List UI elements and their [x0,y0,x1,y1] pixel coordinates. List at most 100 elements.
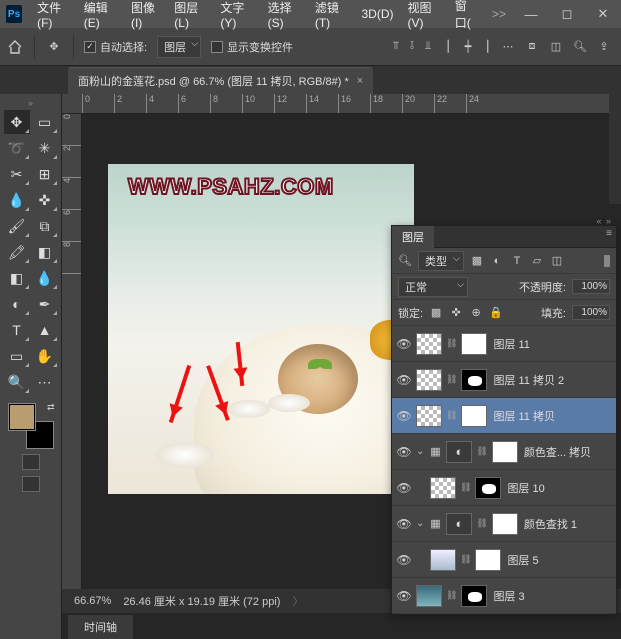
filter-pixel-icon[interactable]: ▩ [470,254,484,268]
auto-select-target[interactable]: 图层 [157,36,201,58]
ruler-vertical[interactable]: 0 2 4 6 8 [62,114,82,589]
quick-mask-icon[interactable] [22,454,40,470]
pen-tool[interactable]: ✒ [32,292,58,316]
move-tool[interactable]: ✥ [4,110,30,134]
filter-smart-icon[interactable]: ◫ [550,254,564,268]
gradient-tool[interactable]: ◧ [4,266,30,290]
align-top-icon[interactable]: ⫪ [389,40,403,54]
timeline-tab[interactable]: 时间轴 [68,615,133,639]
filter-text-icon[interactable]: T [510,254,524,268]
menu-overflow[interactable]: >> [485,0,513,28]
quick-select-tool[interactable]: ✳ [32,136,58,160]
menu-3d[interactable]: 3D(D) [355,0,401,28]
visibility-toggle[interactable]: 👁 [396,589,412,603]
more-options-icon[interactable]: ⋯ [501,40,515,54]
blur-tool[interactable]: 💧 [32,266,58,290]
align-bottom-icon[interactable]: ⫫ [421,40,435,54]
ruler-horizontal[interactable]: 02 46 810 1214 1618 2022 24 [62,94,621,114]
layer-row[interactable]: 👁⛓图层 11 拷贝 [392,398,616,434]
visibility-toggle[interactable]: 👁 [396,409,412,423]
auto-select-checkbox[interactable]: ✓ 自动选择: [84,39,147,55]
filter-type-select[interactable]: 类型 [418,251,464,271]
3d-mode-icon[interactable]: ⧈ [525,40,539,54]
align-vcenter-icon[interactable]: ⫱ [405,40,419,54]
path-select-tool[interactable]: ▲ [32,318,58,342]
doc-info[interactable]: 26.46 厘米 x 19.19 厘米 (72 ppi) [123,593,280,609]
layer-row[interactable]: 👁⌄▦◐⛓颜色查... 拷贝 [392,434,616,470]
screen-mode-icon[interactable] [22,476,40,492]
filter-adjust-icon[interactable]: ◐ [490,254,504,268]
window-minimize-button[interactable]: — [513,0,549,28]
blend-mode-select[interactable]: 正常 [398,277,468,297]
menu-select[interactable]: 选择(S) [261,0,308,28]
layer-row[interactable]: 👁⛓图层 11 [392,326,616,362]
visibility-toggle[interactable]: 👁 [396,373,412,387]
close-tab-icon[interactable]: × [357,75,363,87]
right-dock-strip[interactable] [609,94,621,204]
layers-tab[interactable]: 图层 [392,226,434,248]
layer-row[interactable]: 👁⌄▦◐⛓颜色查找 1 [392,506,616,542]
share-icon[interactable]: ⇪ [597,40,611,54]
history-brush-tool[interactable]: 🖍 [4,240,30,264]
search-icon[interactable]: 🔍︎ [573,40,587,54]
visibility-toggle[interactable]: 👁 [396,481,412,495]
visibility-toggle[interactable]: 👁 [396,445,412,459]
show-transform-controls[interactable]: 显示变换控件 [211,39,293,55]
color-swatches[interactable]: ⇄ [9,404,53,448]
shape-tool[interactable]: ▭ [4,344,30,368]
window-close-button[interactable]: ✕ [585,0,621,28]
fill-value[interactable]: 100% [572,305,610,320]
document-tab[interactable]: 面粉山的金莲花.psd @ 66.7% (图层 11 拷贝, RGB/8#) *… [68,67,373,94]
lock-artboard-icon[interactable]: ⊕ [469,306,483,320]
lock-position-icon[interactable]: ✜ [449,306,463,320]
status-arrow-icon[interactable]: 〉 [292,593,303,609]
layer-row[interactable]: 👁⛓图层 11 拷贝 2 [392,362,616,398]
align-right-icon[interactable]: ▕ [477,40,491,54]
menu-view[interactable]: 视图(V) [401,0,448,28]
mask-icon[interactable]: ◫ [549,40,563,54]
eraser-tool[interactable]: ◧ [32,240,58,264]
layer-row[interactable]: 👁⛓图层 10 [392,470,616,506]
marquee-tool[interactable]: ▭ [32,110,58,134]
dodge-tool[interactable]: ◐ [4,292,30,316]
type-tool[interactable]: T [4,318,30,342]
edit-toolbar[interactable]: ⋯ [32,370,58,394]
foreground-color[interactable] [9,404,35,430]
healing-tool[interactable]: ✜ [32,188,58,212]
menu-layer[interactable]: 图层(L) [167,0,213,28]
filter-shape-icon[interactable]: ▱ [530,254,544,268]
lasso-tool[interactable]: ➰ [4,136,30,160]
menu-filter[interactable]: 滤镜(T) [308,0,355,28]
visibility-toggle[interactable]: 👁 [396,337,412,351]
layer-row[interactable]: 👁⛓图层 5 [392,542,616,578]
zoom-level[interactable]: 66.67% [74,595,111,607]
menu-type[interactable]: 文字(Y) [213,0,260,28]
lock-pixels-icon[interactable]: ▩ [429,306,443,320]
visibility-toggle[interactable]: 👁 [396,553,412,567]
swap-colors-icon[interactable]: ⇄ [47,402,55,413]
visibility-toggle[interactable]: 👁 [396,517,412,531]
filter-type-icon[interactable]: 🔍︎ [398,254,412,268]
layer-row[interactable]: 👁⛓图层 3 [392,578,616,614]
filter-toggle[interactable] [604,255,610,267]
window-maximize-button[interactable]: ◻ [549,0,585,28]
crop-tool[interactable]: ✂ [4,162,30,186]
menu-file[interactable]: 文件(F) [30,0,77,28]
menu-edit[interactable]: 编辑(E) [77,0,124,28]
menu-window[interactable]: 窗口( [448,0,485,28]
panel-collapse-icon[interactable]: « » [596,216,612,226]
eyedropper-tool[interactable]: 💧 [4,188,30,212]
clone-tool[interactable]: ⧉ [32,214,58,238]
menu-image[interactable]: 图像(I) [124,0,167,28]
opacity-value[interactable]: 100% [572,279,610,294]
zoom-tool[interactable]: 🔍 [4,370,30,394]
frame-tool[interactable]: ⊞ [32,162,58,186]
panel-menu-icon[interactable]: ≡ [606,228,612,239]
align-hcenter-icon[interactable]: ┿ [461,40,475,54]
lock-all-icon[interactable]: 🔒 [489,306,503,320]
brush-tool[interactable]: 🖌 [4,214,30,238]
hand-tool[interactable]: ✋ [32,344,58,368]
home-icon[interactable] [6,38,24,56]
align-left-icon[interactable]: ▏ [445,40,459,54]
move-tool-icon[interactable]: ✥ [45,38,63,56]
